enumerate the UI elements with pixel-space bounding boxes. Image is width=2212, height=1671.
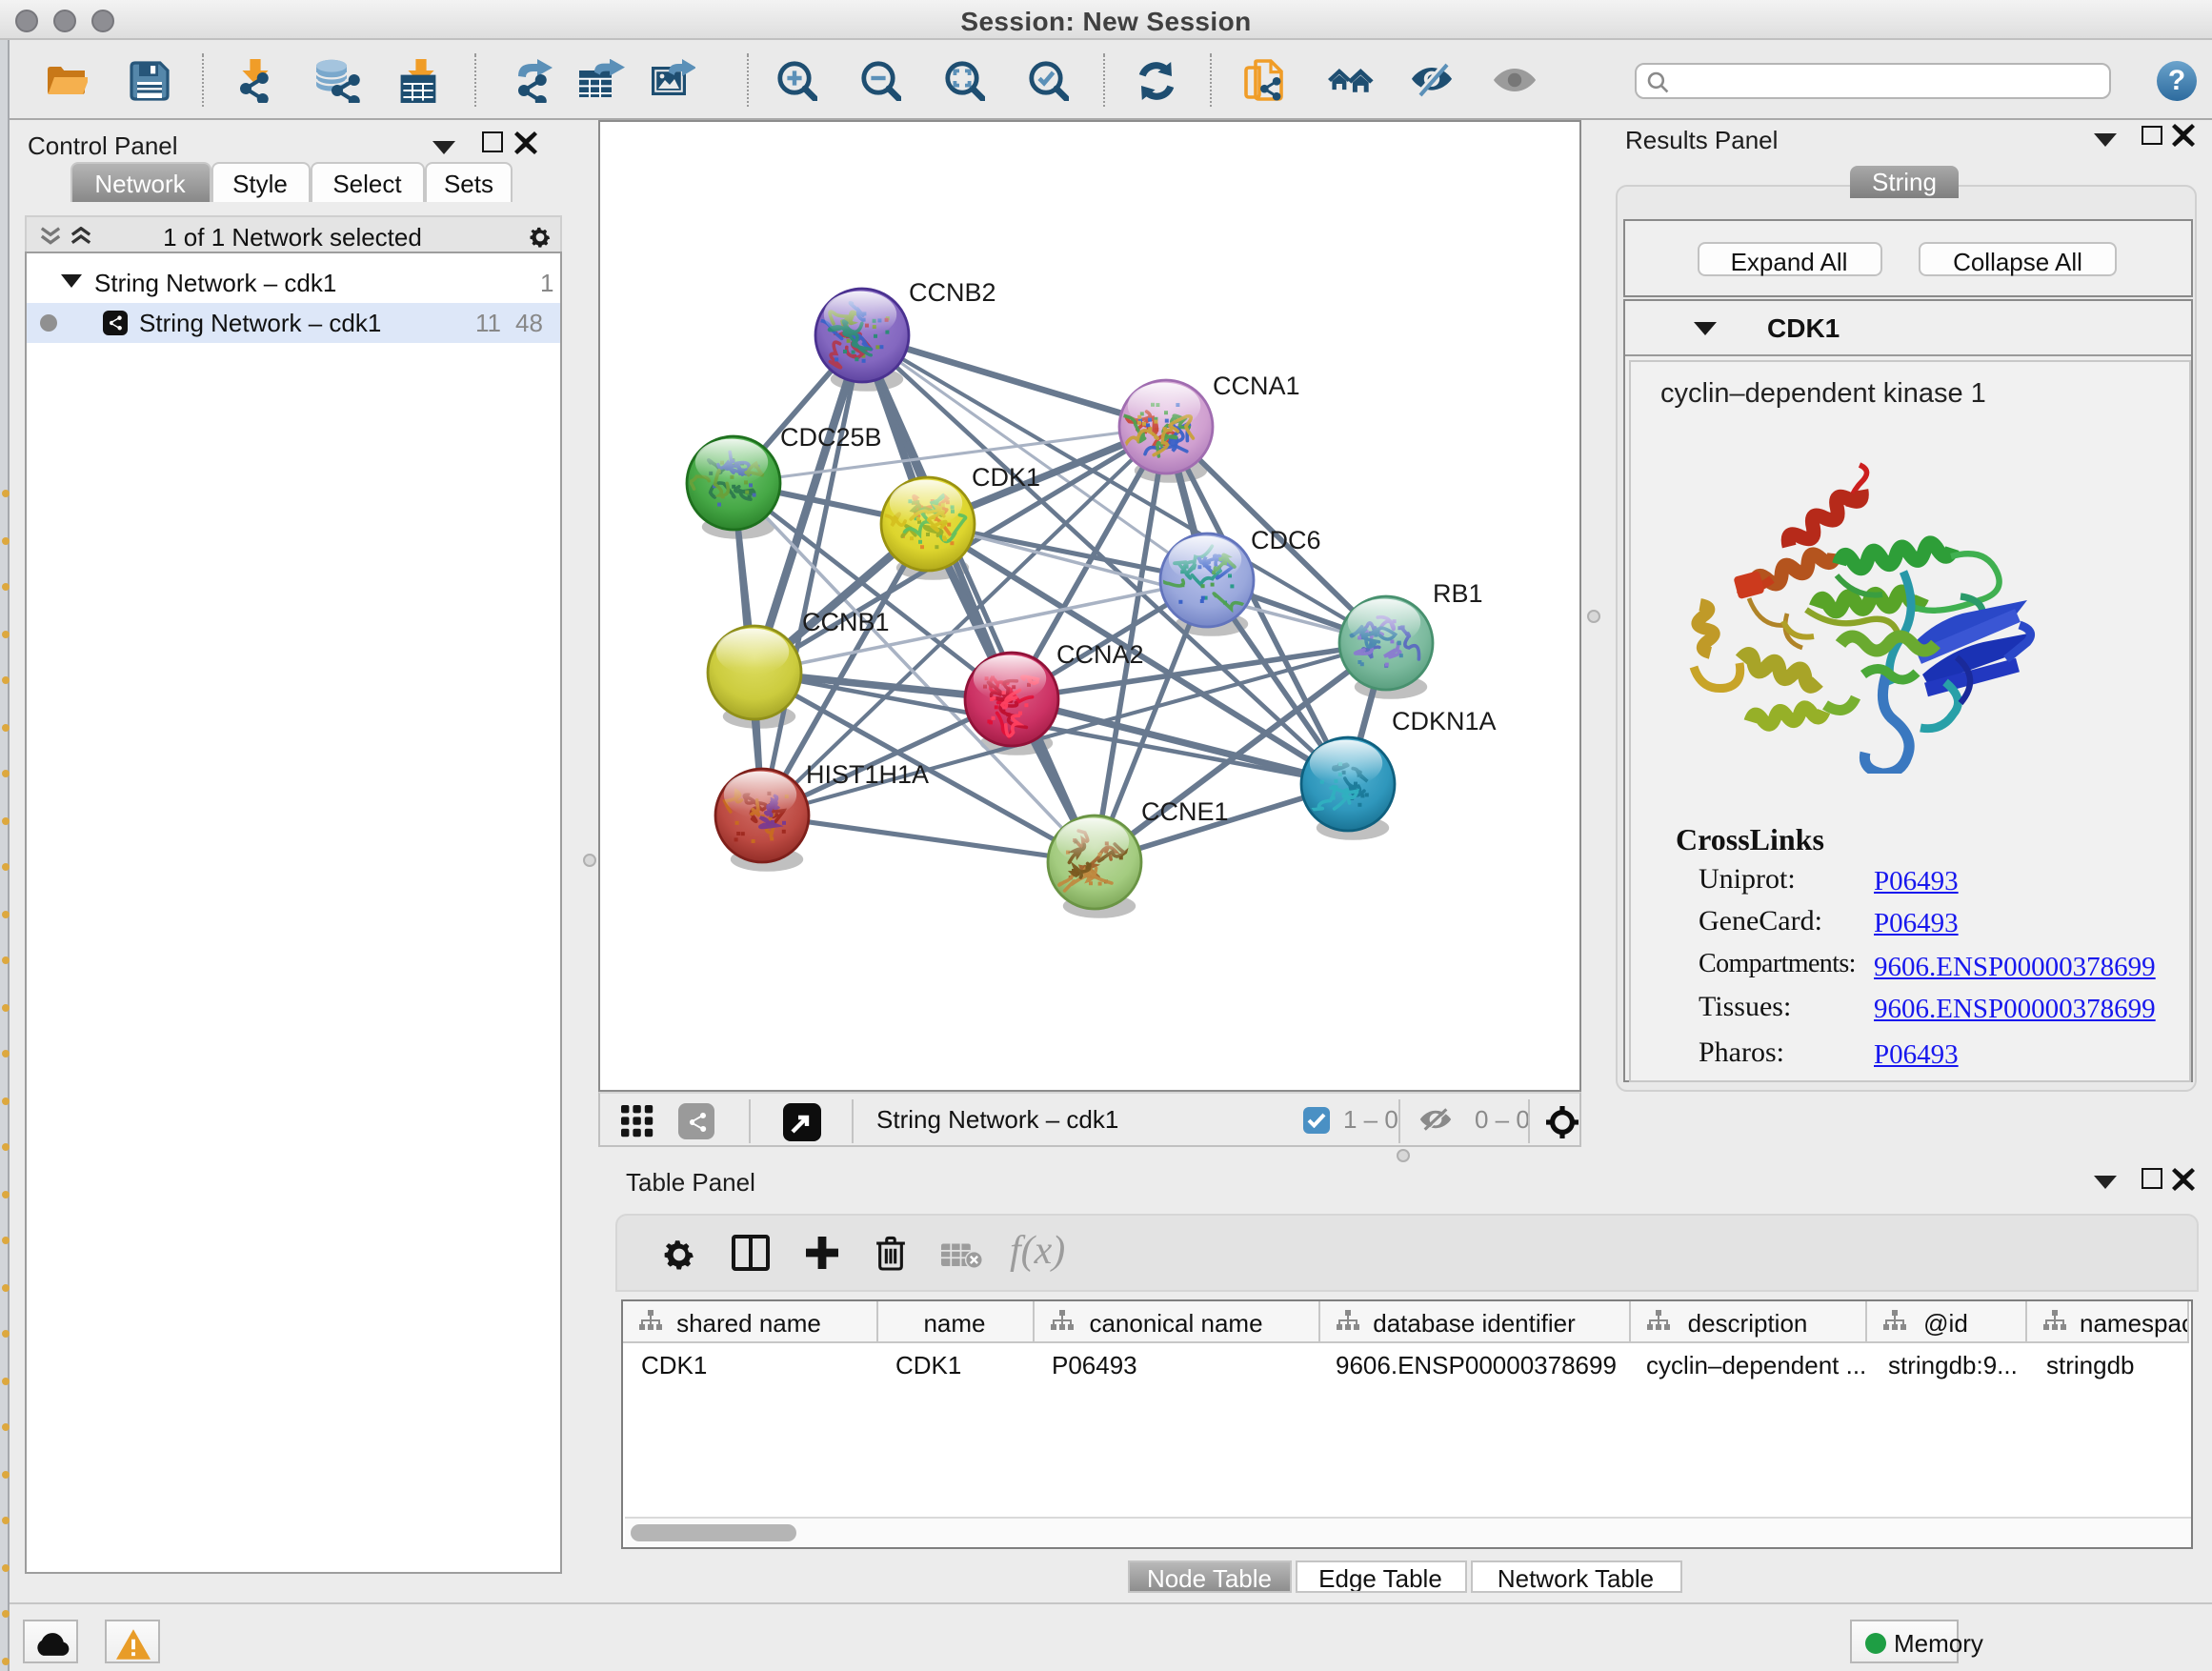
svg-text:CCNA2: CCNA2 xyxy=(1056,640,1144,669)
svg-text:CDKN1A: CDKN1A xyxy=(1392,707,1497,735)
svg-text:CCNE1: CCNE1 xyxy=(1141,797,1229,826)
svg-text:CCNB2: CCNB2 xyxy=(909,278,996,307)
svg-text:RB1: RB1 xyxy=(1433,579,1483,608)
svg-text:CCNB1: CCNB1 xyxy=(802,608,890,636)
svg-text:CDK1: CDK1 xyxy=(972,463,1040,492)
svg-text:CDC25B: CDC25B xyxy=(780,423,882,452)
svg-text:CCNA1: CCNA1 xyxy=(1213,372,1300,400)
svg-text:CDC6: CDC6 xyxy=(1251,526,1321,554)
svg-text:HIST1H1A: HIST1H1A xyxy=(806,760,929,789)
